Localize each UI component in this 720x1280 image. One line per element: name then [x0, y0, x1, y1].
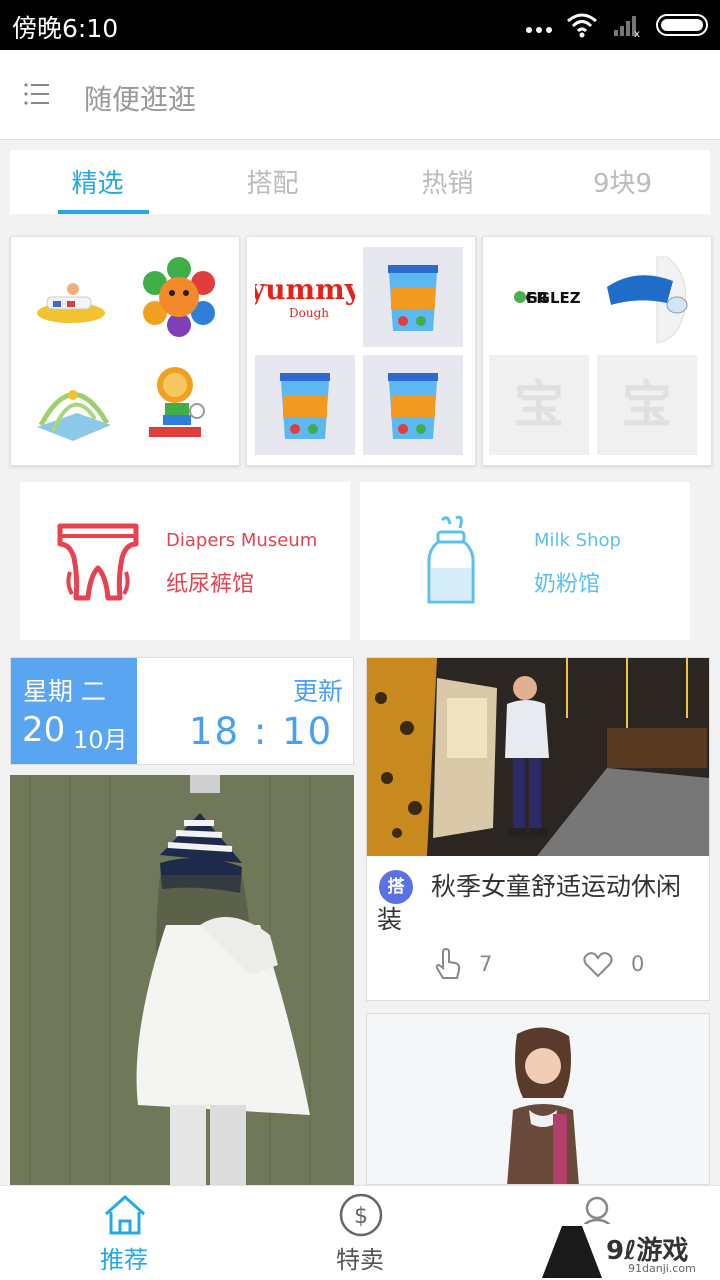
view-count: 7 — [479, 952, 493, 976]
product-card-yummy-dough[interactable]: yummy Dough — [246, 236, 476, 466]
watermark-site: 91danji.com — [628, 1262, 696, 1275]
placeholder-thumb: 宝 — [489, 355, 589, 455]
placeholder-thumb: 宝 — [597, 355, 697, 455]
nav-special-sale[interactable]: $ 特卖 — [300, 1186, 420, 1280]
status-time: 傍晚6:10 — [12, 14, 119, 43]
page-title: 随便逛逛 — [84, 83, 197, 116]
home-icon — [104, 1194, 146, 1235]
feed-card-girl-sweater[interactable] — [366, 1013, 710, 1185]
dollar-icon: $ — [339, 1193, 383, 1237]
svg-text:$: $ — [354, 1204, 368, 1229]
heart-icon[interactable] — [583, 952, 613, 978]
product-thumb — [23, 247, 123, 347]
date-widget: 星期 二 20 10月 更新 18 : 10 — [10, 657, 354, 765]
product-thumb — [129, 355, 229, 455]
shop-title-cn: 奶粉馆 — [534, 572, 601, 597]
shop-diapers[interactable]: Diapers Museum 纸尿裤馆 — [20, 482, 350, 640]
svg-text:GGLEZ: GGLEZ — [525, 289, 580, 307]
product-card-frogglez[interactable]: FR GGLEZ 宝 宝 — [482, 236, 712, 466]
diaper-icon — [57, 523, 139, 601]
category-tabs: 精选 搭配 热销 9块9 — [10, 150, 710, 214]
product-thumb — [23, 355, 123, 455]
like-count: 0 — [631, 952, 645, 976]
signal-icon: x — [614, 16, 640, 38]
list-menu-icon[interactable] — [24, 82, 50, 106]
feed-photo-girl-hat[interactable] — [10, 775, 354, 1185]
shop-milk[interactable]: Milk Shop 奶粉馆 — [360, 482, 690, 640]
hand-pointer-icon — [435, 948, 461, 979]
brand-logo-yummy: yummy Dough — [255, 247, 355, 347]
date-block: 星期 二 20 10月 — [11, 658, 137, 764]
update-button[interactable]: 更新 — [293, 672, 343, 708]
nav-label: 特卖 — [336, 1246, 384, 1274]
month-label: 10月 — [73, 726, 128, 754]
app-header: 随便逛逛 — [0, 50, 720, 140]
feed-card-outfit[interactable]: 秋季女童舒适运动休闲装 搭 7 0 — [366, 657, 710, 1001]
day-number: 20 — [22, 710, 66, 750]
bottom-nav: 推荐 $ 特卖 9ℓ游戏 91danji.com — [0, 1185, 720, 1280]
nav-label: 推荐 — [100, 1246, 148, 1274]
tab-featured[interactable]: 精选 — [10, 150, 185, 214]
svg-text:yummy: yummy — [255, 273, 355, 306]
milk-bottle-icon — [427, 515, 475, 604]
clock-time: 18 : 10 — [189, 710, 334, 753]
feed-caption: 秋季女童舒适运动休闲装 — [377, 872, 682, 934]
weekday-label: 星期 二 — [23, 677, 106, 706]
status-bar: 傍晚6:10 x — [0, 0, 720, 50]
more-dots-icon — [526, 27, 552, 33]
tab-hot-sale[interactable]: 热销 — [360, 150, 535, 214]
nav-recommend[interactable]: 推荐 — [64, 1186, 184, 1280]
site-watermark: 9ℓ游戏 91danji.com — [536, 1224, 720, 1280]
battery-icon — [656, 14, 708, 36]
feed-card-image — [367, 658, 709, 856]
tab-outfits[interactable]: 搭配 — [185, 150, 360, 214]
svg-text:x: x — [634, 29, 640, 38]
tab-nine-nine[interactable]: 9块9 — [535, 150, 710, 214]
shop-title-cn: 纸尿裤馆 — [166, 572, 255, 597]
wifi-icon — [567, 13, 597, 38]
product-thumb — [363, 247, 463, 347]
product-thumb — [597, 247, 697, 347]
brand-logo-frogglez: FR GGLEZ — [489, 247, 589, 347]
svg-text:Dough: Dough — [289, 306, 329, 320]
product-thumb — [363, 355, 463, 455]
status-icons: x — [526, 12, 708, 38]
product-thumb — [129, 247, 229, 347]
product-card-toys[interactable] — [10, 236, 240, 466]
watermark-logo-mark — [542, 1226, 602, 1278]
outfit-tag-badge: 搭 — [379, 870, 413, 904]
product-thumb — [255, 355, 355, 455]
shop-title-en: Diapers Museum — [166, 530, 318, 551]
shop-title-en: Milk Shop — [534, 530, 621, 551]
